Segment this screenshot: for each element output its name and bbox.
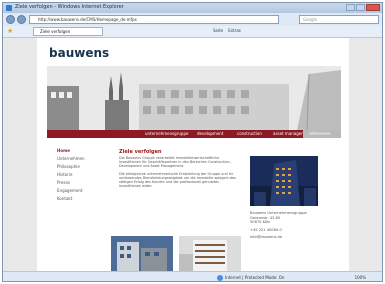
security-zone[interactable]: Internet | Protected Mode: On <box>225 275 284 280</box>
building-photo-1 <box>111 236 173 271</box>
side-menu: Home Unternehmen Philosophie Historie Pr… <box>57 148 85 204</box>
status-bar: Internet | Protected Mode: On 100% <box>3 271 382 281</box>
maximize-button[interactable] <box>356 4 365 11</box>
page-menu[interactable]: Seite <box>213 28 223 33</box>
close-button[interactable] <box>366 4 380 11</box>
intro-paragraph-2: Die erfolgreiche unternehmerische Entwic… <box>119 171 237 189</box>
nav-item-unternehmensgruppe[interactable]: unternehmensgruppe <box>145 131 188 136</box>
zoom-level[interactable]: 100% <box>355 275 366 280</box>
side-menu-historie[interactable]: Historie <box>57 172 85 180</box>
intro-paragraph-1: Die Bauwens Gruppe verarbeitet immobilie… <box>119 156 231 169</box>
globe-icon <box>217 275 223 281</box>
page-heading: Ziele verfolgen <box>119 149 162 155</box>
address-url: http://www.bauwens.de/CMS/Homepage_de.mf… <box>38 17 137 22</box>
company-name: Bauwens Unternehmensgruppe <box>250 211 307 215</box>
nav-item-referenzen-bg: referenzen <box>303 130 341 138</box>
email-link[interactable]: info@bauwens.de <box>250 235 307 240</box>
web-page: bauwens unternehmensgruppe development c… <box>37 38 349 271</box>
browser-window: Ziele verfolgen - Windows Internet Explo… <box>2 2 383 282</box>
search-input[interactable]: Google <box>299 15 379 24</box>
tab-bar: ★ Ziele verfolgen Seite Extras <box>3 26 382 38</box>
contact-address: Bauwens Unternehmensgruppe Gereonstr. 43… <box>250 211 307 240</box>
window-title: Ziele verfolgen - Windows Internet Explo… <box>15 4 124 10</box>
tab-ziele-verfolgen[interactable]: Ziele verfolgen <box>33 27 103 36</box>
side-menu-unternehmen[interactable]: Unternehmen <box>57 156 85 164</box>
main-navigation: unternehmensgruppe development construct… <box>47 130 341 138</box>
address-bar[interactable]: http://www.bauwens.de/CMS/Homepage_de.mf… <box>29 15 279 24</box>
building-photo-2 <box>179 236 241 271</box>
side-menu-philosophie[interactable]: Philosophie <box>57 164 85 172</box>
site-logo[interactable]: bauwens <box>49 46 109 60</box>
command-bar: Seite Extras <box>213 28 241 33</box>
side-menu-home[interactable]: Home <box>57 148 85 156</box>
nav-item-construction[interactable]: construction <box>237 131 262 136</box>
title-bar: Ziele verfolgen - Windows Internet Explo… <box>3 3 382 13</box>
side-menu-presse[interactable]: Presse <box>57 180 85 188</box>
tools-menu[interactable]: Extras <box>228 28 241 33</box>
nav-item-referenzen[interactable]: referenzen <box>309 131 331 136</box>
nav-item-development[interactable]: development <box>197 131 223 136</box>
navigation-bar: http://www.bauwens.de/CMS/Homepage_de.mf… <box>3 13 382 26</box>
page-viewport: bauwens unternehmensgruppe development c… <box>3 38 382 271</box>
favorites-star-icon[interactable]: ★ <box>7 28 13 35</box>
minimize-button[interactable] <box>346 4 355 11</box>
side-menu-engagement[interactable]: Engagement <box>57 188 85 196</box>
night-building-photo <box>250 156 318 206</box>
hero-image <box>47 66 341 130</box>
side-menu-kontakt[interactable]: Kontakt <box>57 196 85 204</box>
window-controls <box>346 4 380 12</box>
intro-text: Die Bauwens Gruppe verarbeitet immobilie… <box>119 156 237 188</box>
forward-icon[interactable] <box>17 15 26 24</box>
ie-icon <box>6 5 12 11</box>
tab-label: Ziele verfolgen <box>40 29 71 34</box>
back-icon[interactable] <box>6 15 15 24</box>
search-placeholder: Google <box>303 17 318 22</box>
